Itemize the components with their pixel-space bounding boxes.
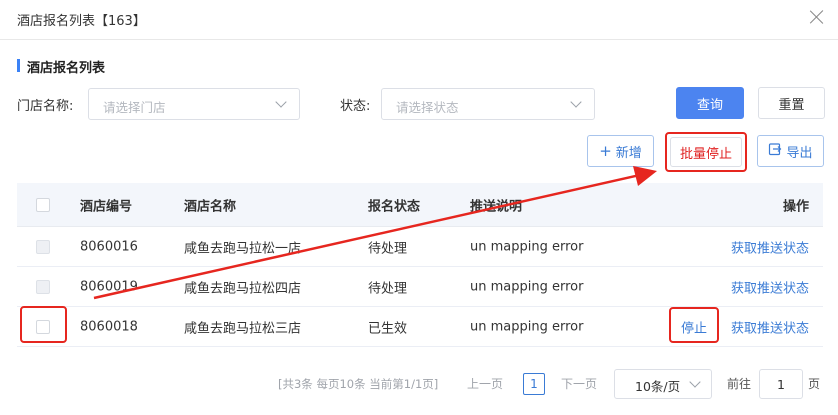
page-size-value: 10条/页	[635, 379, 681, 394]
status-label: 状态:	[340, 99, 371, 114]
hotel-id: 8060019	[80, 279, 138, 294]
table-row: 8060019 咸鱼去跑马拉松四店 待处理 un mapping error 获…	[17, 267, 823, 307]
chevron-down-icon	[689, 376, 701, 388]
table-row: 8060016 咸鱼去跑马拉松一店 待处理 un mapping error 获…	[17, 227, 823, 267]
get-push-status-link[interactable]: 获取推送状态	[731, 317, 809, 336]
add-button[interactable]: + 新增	[587, 135, 654, 167]
col-actions: 操作	[782, 199, 809, 214]
store-select-placeholder: 请选择门店	[103, 100, 166, 115]
table-header: 酒店编号 酒店名称 报名状态 推送说明 操作	[17, 183, 823, 227]
select-all-checkbox[interactable]	[36, 197, 50, 212]
export-button[interactable]: 导出	[757, 135, 824, 167]
page-suffix: 页	[808, 377, 821, 391]
query-button[interactable]: 查询	[676, 87, 744, 119]
hotel-name: 咸鱼去跑马拉松四店	[184, 281, 302, 296]
col-hotel-id: 酒店编号	[80, 199, 133, 214]
export-icon	[768, 142, 782, 160]
col-hotel-name: 酒店名称	[184, 199, 237, 214]
store-label: 门店名称:	[17, 99, 74, 114]
highlight-box-stop	[669, 307, 719, 343]
status-select-placeholder: 请选择状态	[396, 100, 459, 115]
highlight-box-batch-stop	[665, 132, 747, 172]
get-push-status-link[interactable]: 获取推送状态	[731, 277, 809, 296]
hotel-id: 8060018	[80, 319, 138, 334]
col-status: 报名状态	[368, 199, 421, 214]
push-note: un mapping error	[470, 239, 584, 254]
goto-label: 前往	[727, 377, 752, 391]
dialog-header: 酒店报名列表【163】	[0, 0, 838, 40]
page-number-current[interactable]: 1	[523, 373, 545, 395]
plus-icon: +	[599, 141, 612, 160]
page-size-select[interactable]: 10条/页	[614, 369, 712, 399]
push-note: un mapping error	[470, 279, 584, 294]
hotel-name: 咸鱼去跑马拉松三店	[184, 321, 302, 336]
close-icon[interactable]	[808, 8, 826, 26]
goto-page-input[interactable]: 1	[759, 369, 803, 399]
status-select[interactable]: 请选择状态	[381, 88, 595, 120]
enroll-status: 待处理	[368, 241, 408, 256]
get-push-status-link[interactable]: 获取推送状态	[731, 237, 809, 256]
enroll-status: 待处理	[368, 281, 408, 296]
reset-button[interactable]: 重置	[758, 87, 825, 119]
section-title-text: 酒店报名列表	[27, 61, 106, 76]
prev-page-button[interactable]: 上一页	[467, 375, 503, 392]
pagination-info: [共3条 每页10条 当前第1/1页]	[278, 377, 439, 391]
push-note: un mapping error	[470, 319, 584, 334]
col-push-note: 推送说明	[470, 199, 523, 214]
export-button-label: 导出	[786, 145, 813, 161]
section-title: 酒店报名列表	[17, 57, 105, 76]
hotel-name: 咸鱼去跑马拉松一店	[184, 241, 302, 256]
highlight-box-row-checkbox	[20, 306, 67, 343]
row-checkbox[interactable]	[36, 239, 50, 254]
next-page-button[interactable]: 下一页	[561, 375, 597, 392]
hotel-id: 8060016	[80, 239, 138, 254]
enroll-status: 已生效	[368, 321, 408, 336]
section-accent-bar	[17, 59, 20, 72]
add-button-label: 新增	[615, 145, 642, 161]
store-select[interactable]: 请选择门店	[88, 88, 300, 120]
row-checkbox[interactable]	[36, 279, 50, 294]
chevron-down-icon	[570, 96, 582, 108]
dialog-title: 酒店报名列表【163】	[17, 14, 146, 29]
chevron-down-icon	[275, 96, 287, 108]
